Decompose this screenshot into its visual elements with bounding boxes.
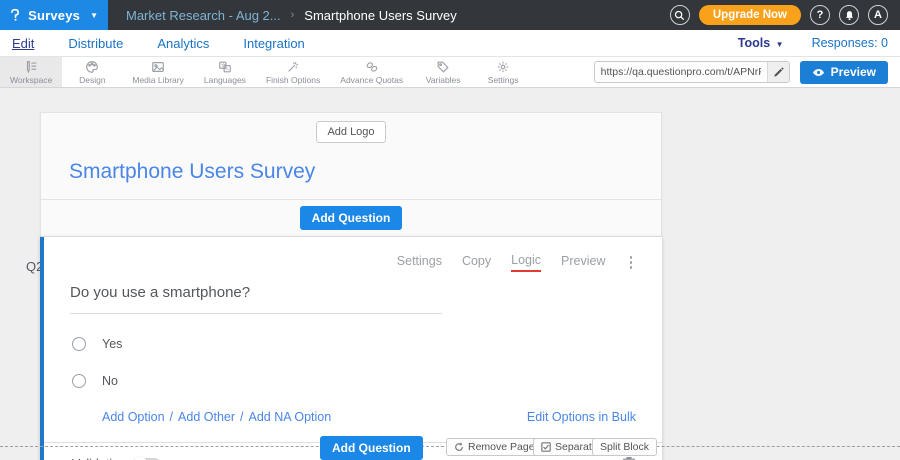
workspace-toolbar: Workspace Design Media Library 文A Langua… xyxy=(0,57,900,88)
tab-distribute[interactable]: Distribute xyxy=(68,36,123,51)
survey-url-input[interactable] xyxy=(595,66,767,78)
workspace-icon xyxy=(24,60,38,74)
toolbar-label: Media Library xyxy=(132,75,184,85)
survey-card: Add Logo Smartphone Users Survey Add Que… xyxy=(40,112,662,460)
toolbar-item-advance-quotas[interactable]: Advance Quotas xyxy=(330,57,413,87)
survey-editor-canvas: Q2 Add Logo Smartphone Users Survey Add … xyxy=(0,88,900,460)
question-more-options-icon[interactable] xyxy=(626,254,637,271)
toolbar-label: Design xyxy=(79,75,105,85)
toolbar-label: Settings xyxy=(488,75,519,85)
gear-icon xyxy=(496,60,510,74)
chevron-down-icon: ▼ xyxy=(90,11,98,20)
toolbar-item-variables[interactable]: Variables xyxy=(413,57,473,87)
tab-edit[interactable]: Edit xyxy=(12,36,34,51)
toolbar-label: Variables xyxy=(426,75,461,85)
add-option-link[interactable]: Add Option xyxy=(102,410,165,424)
page-break-strip: Add Question Remove Page Break Separator… xyxy=(0,435,900,459)
survey-title[interactable]: Smartphone Users Survey xyxy=(41,143,661,199)
product-name: Surveys xyxy=(28,8,80,23)
chevron-down-icon: ▼ xyxy=(776,40,784,49)
search-icon[interactable] xyxy=(670,5,690,25)
translate-icon: 文A xyxy=(218,60,232,74)
add-question-button-bottom[interactable]: Add Question xyxy=(320,436,423,460)
toolbar-item-settings[interactable]: Settings xyxy=(473,57,533,87)
help-button[interactable]: ? xyxy=(810,5,830,25)
split-block-label: Split Block xyxy=(600,441,649,453)
answer-option-row: No xyxy=(72,351,662,388)
avatar[interactable]: A xyxy=(868,5,888,25)
question-block: Settings Copy Logic Preview Do you use a… xyxy=(40,237,662,460)
question-text[interactable]: Do you use a smartphone? xyxy=(70,284,442,314)
toolbar-label: Finish Options xyxy=(266,75,320,85)
tab-analytics[interactable]: Analytics xyxy=(157,36,209,51)
sync-icon xyxy=(454,442,464,452)
toolbar-item-languages[interactable]: 文A Languages xyxy=(194,57,256,87)
toolbar-item-media-library[interactable]: Media Library xyxy=(122,57,194,87)
surveys-product-menu[interactable]: Surveys ▼ xyxy=(0,0,108,30)
upgrade-now-button[interactable]: Upgrade Now xyxy=(699,5,801,25)
edit-options-in-bulk-link[interactable]: Edit Options in Bulk xyxy=(527,410,636,424)
eye-icon xyxy=(812,68,825,77)
add-na-option-link[interactable]: Add NA Option xyxy=(249,410,332,424)
option-label-no[interactable]: No xyxy=(102,374,118,388)
tools-dropdown[interactable]: Tools ▼ xyxy=(738,36,784,50)
toolbar-label: Advance Quotas xyxy=(340,75,403,85)
chevron-right-icon: › xyxy=(291,9,295,21)
answer-option-row: Yes xyxy=(72,314,662,351)
magic-wand-icon xyxy=(286,60,300,74)
image-icon xyxy=(151,60,165,74)
checkbox-checked-icon xyxy=(541,442,551,452)
chain-links-icon xyxy=(365,60,379,74)
question-tab-settings[interactable]: Settings xyxy=(397,254,442,271)
question-action-tabs: Settings Copy Logic Preview xyxy=(44,237,662,276)
option-links-row: Add Option / Add Other / Add NA Option E… xyxy=(102,410,636,424)
add-logo-button[interactable]: Add Logo xyxy=(316,121,385,143)
toolbar-label: Languages xyxy=(204,75,246,85)
preview-label: Preview xyxy=(831,65,876,79)
tag-icon xyxy=(436,60,450,74)
toolbar-item-workspace[interactable]: Workspace xyxy=(0,57,62,87)
tools-label: Tools xyxy=(738,36,770,50)
preview-button[interactable]: Preview xyxy=(800,61,888,84)
toolbar-item-design[interactable]: Design xyxy=(62,57,122,87)
breadcrumb-folder[interactable]: Market Research - Aug 2... xyxy=(126,8,281,23)
toolbar-item-finish-options[interactable]: Finish Options xyxy=(256,57,330,87)
add-question-button-top[interactable]: Add Question xyxy=(300,206,403,230)
add-other-link[interactable]: Add Other xyxy=(178,410,235,424)
question-tab-logic[interactable]: Logic xyxy=(511,253,541,272)
breadcrumb-current-page: Smartphone Users Survey xyxy=(304,8,456,23)
radio-button-yes[interactable] xyxy=(72,337,86,351)
palette-icon xyxy=(85,60,99,74)
top-bar: Surveys ▼ Market Research - Aug 2... › S… xyxy=(0,0,900,30)
menu-bar: Edit Distribute Analytics Integration To… xyxy=(0,30,900,57)
questionpro-logo-icon xyxy=(10,6,20,24)
survey-header-section: Add Logo Smartphone Users Survey Add Que… xyxy=(40,112,662,237)
link-separator: / xyxy=(240,410,243,424)
tab-integration[interactable]: Integration xyxy=(243,36,304,51)
svg-text:A: A xyxy=(226,66,229,71)
edit-url-pencil-icon[interactable] xyxy=(767,62,789,82)
toolbar-label: Workspace xyxy=(10,75,52,85)
topbar-actions: Upgrade Now ? A xyxy=(670,0,900,30)
link-separator: / xyxy=(170,410,173,424)
split-block-button[interactable]: Split Block xyxy=(592,438,657,456)
notifications-bell-icon[interactable] xyxy=(839,5,859,25)
option-label-yes[interactable]: Yes xyxy=(102,337,122,351)
breadcrumb: Market Research - Aug 2... › Smartphone … xyxy=(126,0,457,30)
radio-button-no[interactable] xyxy=(72,374,86,388)
responses-count[interactable]: Responses: 0 xyxy=(812,36,888,50)
survey-url-box xyxy=(594,61,790,83)
question-tab-copy[interactable]: Copy xyxy=(462,254,491,271)
question-tab-preview[interactable]: Preview xyxy=(561,254,605,271)
add-question-row: Add Question xyxy=(41,199,661,236)
